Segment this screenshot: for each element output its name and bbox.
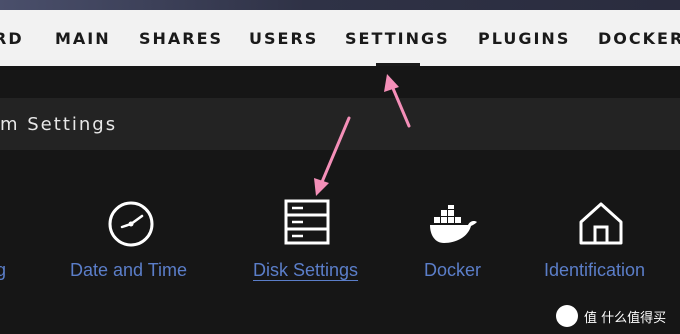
watermark: 值 什么值得买 bbox=[556, 304, 666, 328]
watermark-text: 值 什么值得买 bbox=[584, 310, 667, 326]
arrow-to-disk-settings bbox=[314, 116, 351, 196]
arrow-to-settings-tab bbox=[384, 74, 411, 128]
watermark-logo bbox=[556, 305, 578, 327]
annotation-arrows bbox=[314, 74, 411, 196]
